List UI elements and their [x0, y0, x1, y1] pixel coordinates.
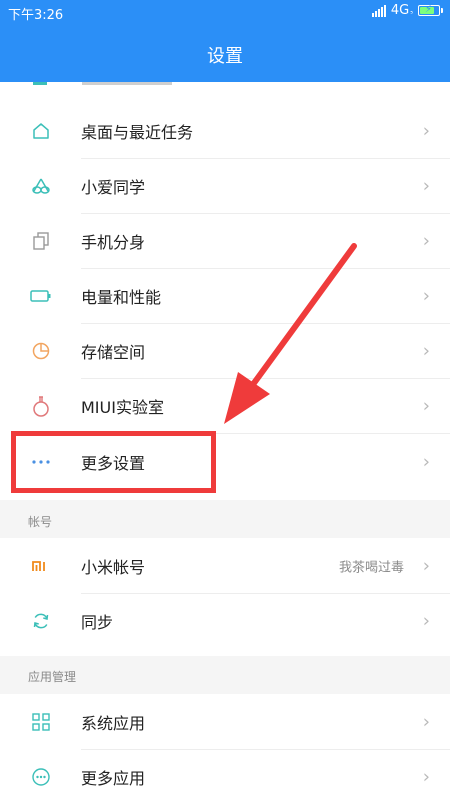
item-label: 更多应用 [81, 768, 146, 788]
chevron-right-icon: › [422, 285, 430, 306]
charging-icon: ⚡ [425, 4, 433, 15]
highlight-box [11, 431, 216, 493]
status-time: 下午3:26 [8, 8, 64, 23]
item-dual-apps[interactable]: 手机分身 › [0, 213, 450, 268]
item-system-apps[interactable]: 系统应用 › [0, 694, 450, 749]
item-desktop-recent[interactable]: 桌面与最近任务 › [0, 103, 450, 158]
status-indicators: 4G ⁵ ⚡ [371, 3, 443, 18]
flask-icon [30, 395, 52, 417]
more-apps-icon [30, 766, 52, 788]
item-label: 小米帐号 [81, 557, 146, 577]
chevron-right-icon: › [422, 230, 430, 251]
item-label: 桌面与最近任务 [81, 122, 194, 142]
sync-icon [30, 610, 52, 632]
chevron-right-icon: › [422, 610, 430, 631]
item-mi-account[interactable]: 小米帐号 我茶喝过毒 › [0, 538, 450, 593]
item-miui-lab[interactable]: MIUI实验室 › [0, 378, 450, 433]
dual-app-icon [30, 230, 52, 252]
chevron-right-icon: › [422, 120, 430, 141]
partial-item-fragment [33, 82, 172, 85]
item-xiaoai[interactable]: 小爱同学 › [0, 158, 450, 213]
item-label: 系统应用 [81, 713, 146, 733]
storage-pie-icon [30, 340, 52, 362]
apps-grid-icon [30, 711, 52, 733]
chevron-right-icon: › [422, 711, 430, 732]
chevron-right-icon: › [422, 175, 430, 196]
home-icon [30, 120, 52, 142]
chevron-right-icon: › [422, 555, 430, 576]
item-label: 电量和性能 [81, 287, 162, 307]
page-title: 设置 [207, 46, 243, 67]
section-title: 帐号 [28, 515, 53, 529]
section-header-account: 帐号 [0, 500, 450, 538]
partial-item-clipped [0, 82, 450, 104]
item-label: 存储空间 [81, 342, 146, 362]
chevron-right-icon: › [422, 340, 430, 361]
signal-icon [371, 4, 386, 17]
network-sub: ⁵ [410, 9, 413, 18]
battery-icon: ⚡ [418, 4, 443, 16]
section-header-apps: 应用管理 [0, 656, 450, 694]
status-bar: 下午3:26 4G ⁵ ⚡ [0, 0, 450, 24]
chevron-right-icon: › [422, 451, 430, 473]
chevron-right-icon: › [422, 395, 430, 416]
item-more-apps[interactable]: 更多应用 › [0, 749, 450, 800]
mi-logo-icon [30, 555, 52, 577]
account-name: 我茶喝过毒 [338, 560, 404, 575]
app-bar: 下午3:26 4G ⁵ ⚡ 设置 [0, 0, 450, 82]
item-sync[interactable]: 同步 › [0, 593, 450, 648]
item-label: 小爱同学 [81, 177, 146, 197]
item-label: 手机分身 [81, 232, 146, 252]
item-label: 同步 [81, 612, 114, 632]
network-type: 4G [390, 3, 410, 18]
item-label: MIUI实验室 [81, 397, 164, 417]
xiaoai-icon [30, 175, 52, 197]
section-title: 应用管理 [28, 670, 77, 684]
item-battery-performance[interactable]: 电量和性能 › [0, 268, 450, 323]
chevron-right-icon: › [422, 766, 430, 787]
item-storage[interactable]: 存储空间 › [0, 323, 450, 378]
battery-icon [30, 285, 52, 307]
